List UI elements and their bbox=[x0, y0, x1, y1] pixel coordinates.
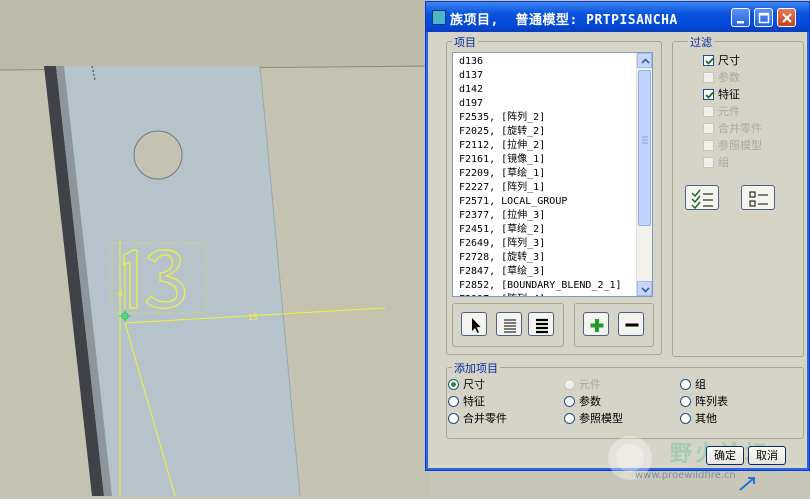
filter-checkbox bbox=[703, 106, 714, 117]
close-icon bbox=[782, 13, 792, 23]
list-scrollbar[interactable] bbox=[636, 53, 652, 296]
add-items-group bbox=[446, 367, 804, 439]
chevron-up-icon bbox=[641, 58, 650, 64]
list-item[interactable]: F2852, [BOUNDARY_BLEND_2_1] bbox=[459, 279, 622, 293]
filter-checkbox[interactable] bbox=[703, 55, 714, 66]
add-items-group-label: 添加项目 bbox=[452, 360, 500, 376]
list-item[interactable]: F2451, [草绘_2] bbox=[459, 223, 622, 237]
add-option-label: 阵列表 bbox=[695, 395, 728, 408]
bold-lines-icon bbox=[536, 318, 548, 334]
radio-button[interactable] bbox=[448, 379, 459, 390]
filter-label: 组 bbox=[718, 156, 729, 169]
chevron-down-icon bbox=[641, 287, 650, 293]
list-item[interactable]: F2997, [阵列_4] bbox=[459, 293, 622, 296]
items-group-label: 项目 bbox=[452, 34, 478, 50]
filter-checkbox[interactable] bbox=[703, 89, 714, 100]
filter-checkbox bbox=[703, 72, 714, 83]
add-option-label: 特征 bbox=[463, 395, 485, 408]
list-item[interactable]: d142 bbox=[459, 83, 622, 97]
watermark-url: www.proewildfire.cn bbox=[635, 470, 736, 481]
radio-button[interactable] bbox=[680, 396, 691, 407]
filter-checkbox bbox=[703, 123, 714, 134]
resize-cursor-icon bbox=[739, 477, 755, 491]
list-item[interactable]: F2535, [阵列_2] bbox=[459, 111, 622, 125]
items-rows: d136 d137 d142 d197 F2535, [阵列_2] F2025, [旋转_… bbox=[459, 55, 622, 296]
filter-checkbox bbox=[703, 157, 714, 168]
dim-horizontal-value[interactable]: 15 bbox=[248, 312, 258, 322]
lines-icon bbox=[504, 319, 516, 333]
filter-label: 特征 bbox=[718, 88, 740, 101]
empty-list-icon bbox=[749, 191, 768, 207]
items-listbox[interactable]: d136 d137 d142 d197 F2535, [阵列_2] F2025, [旋转_… bbox=[452, 52, 653, 297]
radio-button[interactable] bbox=[680, 413, 691, 424]
check-all-filters-button[interactable] bbox=[685, 185, 719, 210]
add-option-label: 参照模型 bbox=[579, 412, 623, 425]
radio-button[interactable] bbox=[564, 396, 575, 407]
cancel-button[interactable]: 取消 bbox=[748, 446, 786, 465]
dim-vertical-value[interactable]: 4 bbox=[118, 288, 123, 298]
add-option-label: 尺寸 bbox=[463, 378, 485, 391]
radio-dot bbox=[451, 382, 456, 387]
radio-button[interactable] bbox=[564, 413, 575, 424]
model-graphics: 4 15 bbox=[0, 0, 430, 496]
select-none-button[interactable] bbox=[528, 312, 554, 336]
app-icon bbox=[432, 10, 446, 25]
radio-button[interactable] bbox=[448, 413, 459, 424]
minimize-button[interactable] bbox=[731, 8, 750, 27]
list-item[interactable]: d197 bbox=[459, 97, 622, 111]
add-option-label: 元件 bbox=[579, 378, 601, 391]
maximize-icon bbox=[758, 12, 770, 24]
list-item[interactable]: F2728, [旋转_3] bbox=[459, 251, 622, 265]
add-option-label: 合并零件 bbox=[463, 412, 507, 425]
filter-label: 参照模型 bbox=[718, 139, 762, 152]
scroll-thumb[interactable] bbox=[638, 70, 651, 226]
dialog-title: 族项目, 普通模型: PRTPISANCHA bbox=[450, 13, 678, 28]
list-item[interactable]: F2209, [草绘_1] bbox=[459, 167, 622, 181]
plus-icon bbox=[590, 319, 604, 332]
grip-icon bbox=[642, 136, 648, 144]
cad-viewport[interactable]: 4 15 bbox=[0, 0, 430, 496]
scroll-up-button[interactable] bbox=[637, 53, 652, 68]
list-item[interactable]: F2161, [镜像_1] bbox=[459, 153, 622, 167]
filter-label: 元件 bbox=[718, 105, 740, 118]
arrow-cursor-icon bbox=[472, 318, 481, 333]
filter-group-label: 过滤 bbox=[688, 34, 714, 50]
list-item[interactable]: F2377, [拉伸_3] bbox=[459, 209, 622, 223]
filter-label: 参数 bbox=[718, 71, 740, 84]
check-icon bbox=[705, 57, 714, 65]
add-option-label: 组 bbox=[695, 378, 706, 391]
ok-button[interactable]: 确定 bbox=[706, 446, 744, 465]
add-option-label: 参数 bbox=[579, 395, 601, 408]
checklist-icon bbox=[691, 189, 713, 210]
pick-button[interactable] bbox=[461, 312, 487, 336]
list-item[interactable]: F2112, [拉伸_2] bbox=[459, 139, 622, 153]
list-item[interactable]: F2649, [阵列_3] bbox=[459, 237, 622, 251]
filter-checkbox bbox=[703, 140, 714, 151]
radio-button bbox=[564, 379, 575, 390]
uncheck-all-filters-button[interactable] bbox=[741, 185, 775, 210]
scroll-down-button[interactable] bbox=[637, 281, 652, 296]
filter-label: 尺寸 bbox=[718, 54, 740, 67]
dialog-titlebar[interactable]: 族项目, 普通模型: PRTPISANCHA bbox=[426, 2, 809, 32]
select-all-button[interactable] bbox=[496, 312, 522, 336]
list-item[interactable]: F2227, [阵列_1] bbox=[459, 181, 622, 195]
check-icon bbox=[705, 91, 714, 99]
filter-label: 合并零件 bbox=[718, 122, 762, 135]
add-item-button[interactable] bbox=[583, 312, 609, 336]
list-item[interactable]: F2571, LOCAL_GROUP bbox=[459, 195, 622, 209]
remove-item-button[interactable] bbox=[618, 312, 644, 336]
maximize-button[interactable] bbox=[754, 8, 773, 27]
list-item[interactable]: d137 bbox=[459, 69, 622, 83]
upper-plane bbox=[0, 0, 430, 70]
minimize-icon bbox=[737, 21, 744, 24]
radio-button[interactable] bbox=[448, 396, 459, 407]
radio-button[interactable] bbox=[680, 379, 691, 390]
list-item[interactable]: F2025, [旋转_2] bbox=[459, 125, 622, 139]
minus-icon bbox=[625, 323, 639, 327]
close-button[interactable] bbox=[777, 8, 796, 27]
add-option-label: 其他 bbox=[695, 412, 717, 425]
hole bbox=[133, 130, 183, 180]
list-item[interactable]: d136 bbox=[459, 55, 622, 69]
list-item[interactable]: F2847, [草绘_3] bbox=[459, 265, 622, 279]
